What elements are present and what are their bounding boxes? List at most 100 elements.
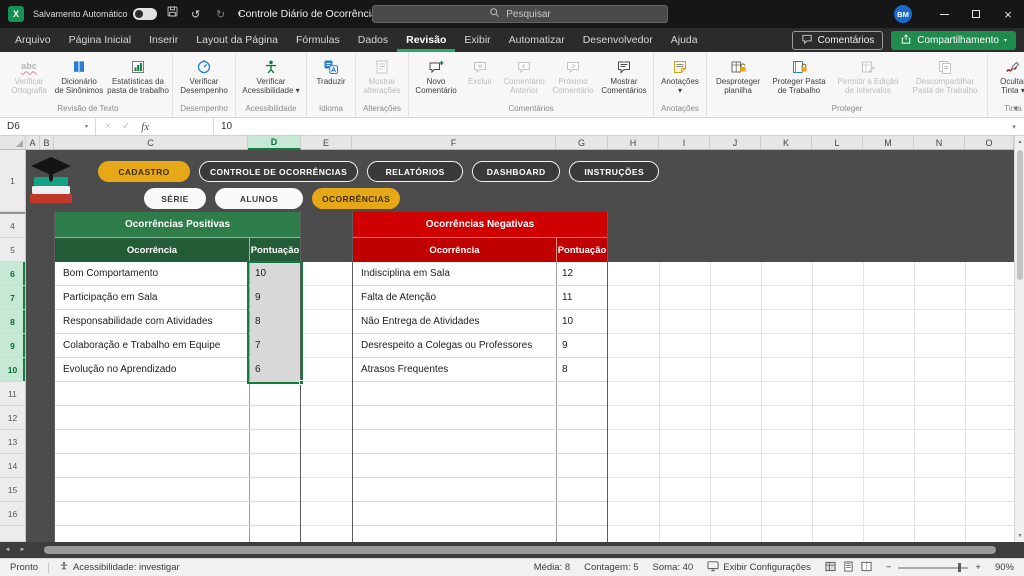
- zoom-out-button[interactable]: −: [886, 562, 892, 573]
- cell[interactable]: [249, 430, 300, 453]
- cell[interactable]: [249, 526, 300, 542]
- zoom-level[interactable]: 90%: [995, 562, 1014, 573]
- column-header-a[interactable]: A: [26, 136, 40, 150]
- cell[interactable]: Evolução no Aprendizado: [55, 358, 249, 381]
- maximize-button[interactable]: [960, 0, 992, 28]
- nav-relatorios[interactable]: RELATÓRIOS: [367, 161, 463, 182]
- avatar[interactable]: BM: [894, 5, 912, 23]
- nav-controle-de-ocorrencias[interactable]: CONTROLE DE OCORRÊNCIAS: [199, 161, 358, 182]
- comments-button[interactable]: Comentários: [792, 31, 884, 50]
- negative-table-title[interactable]: Ocorrências Negativas: [353, 212, 607, 238]
- column-header-c[interactable]: C: [54, 136, 248, 150]
- tab-dados[interactable]: Dados: [349, 28, 397, 52]
- cell[interactable]: 9: [556, 334, 607, 357]
- cell[interactable]: Atrasos Frequentes: [353, 358, 556, 381]
- cell[interactable]: [55, 502, 249, 525]
- cell[interactable]: [55, 430, 249, 453]
- nav-dashboard[interactable]: DASHBOARD: [472, 161, 560, 182]
- cell-selected[interactable]: 9: [249, 286, 300, 309]
- display-settings-button[interactable]: Exibir Configurações: [707, 561, 811, 575]
- positive-table-title[interactable]: Ocorrências Positivas: [55, 212, 300, 238]
- cell[interactable]: [556, 430, 607, 453]
- cell[interactable]: [556, 406, 607, 429]
- column-header-l[interactable]: L: [812, 136, 863, 150]
- cell[interactable]: [55, 526, 249, 542]
- column-header-e[interactable]: E: [301, 136, 352, 150]
- tab-ajuda[interactable]: Ajuda: [662, 28, 707, 52]
- cell[interactable]: [353, 526, 556, 542]
- insert-function-button[interactable]: fx: [141, 121, 149, 133]
- cell[interactable]: [353, 382, 556, 405]
- cell[interactable]: 12: [556, 262, 607, 285]
- cell[interactable]: [556, 478, 607, 501]
- save-icon[interactable]: [166, 5, 179, 23]
- search-input[interactable]: Pesquisar: [372, 5, 668, 23]
- tab-layout-da-pagina[interactable]: Layout da Página: [187, 28, 287, 52]
- cell[interactable]: [55, 382, 249, 405]
- cell[interactable]: Participação em Sala: [55, 286, 249, 309]
- page-break-view-button[interactable]: [861, 561, 872, 575]
- row-header-8[interactable]: 8: [0, 310, 25, 334]
- cell[interactable]: 11: [556, 286, 607, 309]
- sheet-scroll-right-icon[interactable]: ►: [15, 547, 30, 553]
- cell[interactable]: [55, 406, 249, 429]
- row-header-4[interactable]: 4: [0, 212, 25, 238]
- cell[interactable]: Colaboração e Trabalho em Equipe: [55, 334, 249, 357]
- autosave-toggle[interactable]: [133, 8, 157, 20]
- tab-automatizar[interactable]: Automatizar: [500, 28, 574, 52]
- close-button[interactable]: ×: [992, 0, 1024, 28]
- negative-col-ocorrencia[interactable]: Ocorrência: [353, 238, 556, 262]
- minimize-button[interactable]: [928, 0, 960, 28]
- hide-ink-button[interactable]: Ocultar Tinta ▾: [990, 53, 1024, 95]
- row-header-16[interactable]: 16: [0, 502, 25, 526]
- column-header-n[interactable]: N: [914, 136, 965, 150]
- column-header-b[interactable]: B: [40, 136, 54, 150]
- tab-inserir[interactable]: Inserir: [140, 28, 187, 52]
- nav-alunos[interactable]: ALUNOS: [215, 188, 303, 209]
- cell[interactable]: Indisciplina em Sala: [353, 262, 556, 285]
- cell[interactable]: [55, 454, 249, 477]
- row-header-15[interactable]: 15: [0, 478, 25, 502]
- row-header-1[interactable]: 1: [0, 150, 25, 212]
- tab-desenvolvedor[interactable]: Desenvolvedor: [574, 28, 662, 52]
- cell[interactable]: Não Entrega de Atividades: [353, 310, 556, 333]
- row-header-13[interactable]: 13: [0, 430, 25, 454]
- row-header-14[interactable]: 14: [0, 454, 25, 478]
- cell-selected[interactable]: 6: [249, 358, 300, 381]
- cell[interactable]: Desrespeito a Colegas ou Professores: [353, 334, 556, 357]
- column-header-f[interactable]: F: [352, 136, 556, 150]
- undo-button[interactable]: ↺: [188, 8, 204, 21]
- column-header-o[interactable]: O: [965, 136, 1014, 150]
- column-header-j[interactable]: J: [710, 136, 761, 150]
- new-comment-button[interactable]: Novo Comentário: [411, 53, 461, 95]
- column-header-g[interactable]: G: [556, 136, 608, 150]
- cell[interactable]: 10: [556, 310, 607, 333]
- scroll-down-icon[interactable]: ▼: [1015, 530, 1024, 542]
- name-box[interactable]: D6 ▾: [0, 118, 96, 135]
- vertical-scrollbar[interactable]: ▲ ▼: [1014, 136, 1024, 542]
- cell-selected[interactable]: 8: [249, 310, 300, 333]
- show-comments-button[interactable]: Mostrar Comentários: [597, 53, 651, 95]
- translate-button[interactable]: Traduzir: [309, 53, 353, 86]
- collapse-ribbon-button[interactable]: ▾: [1014, 104, 1018, 113]
- normal-view-button[interactable]: [825, 561, 836, 575]
- cell[interactable]: Responsabilidade com Atividades: [55, 310, 249, 333]
- cell[interactable]: [353, 454, 556, 477]
- select-all-button[interactable]: [0, 136, 26, 150]
- nav-serie[interactable]: SÉRIE: [144, 188, 206, 209]
- zoom-in-button[interactable]: +: [975, 562, 981, 573]
- formula-input[interactable]: 10: [214, 118, 1004, 135]
- cell[interactable]: [249, 454, 300, 477]
- column-header-k[interactable]: K: [761, 136, 812, 150]
- cell[interactable]: 8: [556, 358, 607, 381]
- vertical-scroll-thumb[interactable]: [1017, 150, 1023, 280]
- column-header-m[interactable]: M: [863, 136, 914, 150]
- tab-exibir[interactable]: Exibir: [455, 28, 499, 52]
- cell[interactable]: [353, 502, 556, 525]
- nav-cadastro[interactable]: CADASTRO: [98, 161, 190, 182]
- notes-button[interactable]: Anotações ▾: [656, 53, 704, 95]
- column-header-h[interactable]: H: [608, 136, 659, 150]
- sheet-scroll-left-icon[interactable]: ◄: [0, 547, 15, 553]
- check-accessibility-button[interactable]: Verificar Acessibilidade ▾: [238, 53, 304, 95]
- tab-pagina-inicial[interactable]: Página Inicial: [60, 28, 140, 52]
